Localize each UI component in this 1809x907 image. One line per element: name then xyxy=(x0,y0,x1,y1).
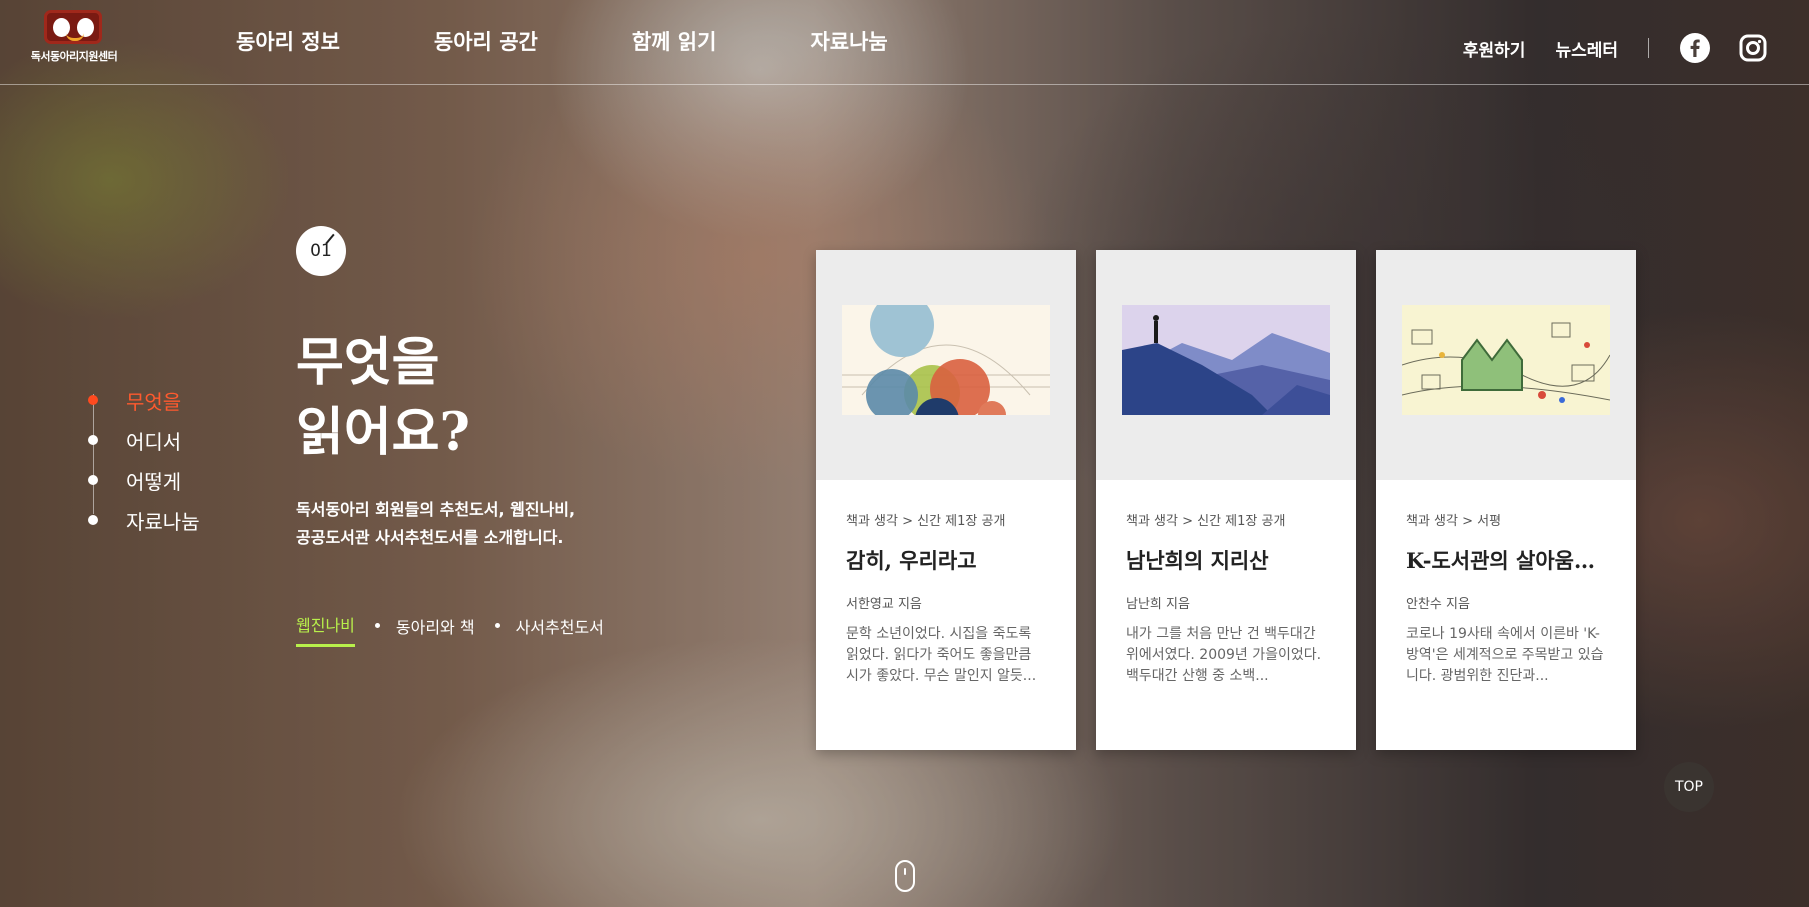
book-card[interactable]: 책과 생각 > 서평 K-도서관의 살아움… 안찬수 지음 코로나 19사태 속… xyxy=(1376,250,1636,750)
card-excerpt: 문학 소년이었다. 시집을 죽도록 읽었다. 읽다가 죽어도 좋을만큼 시가 좋… xyxy=(846,626,1037,684)
bullet-dot xyxy=(88,395,98,405)
card-excerpt: 코로나 19사태 속에서 이른바 'K-방역'은 세계적으로 주목받고 있습니다… xyxy=(1406,626,1604,684)
card-title: K-도서관의 살아움… xyxy=(1406,548,1595,573)
card-category: 책과 생각 > 신간 제1장 공개 xyxy=(1126,514,1286,529)
nav-club-space[interactable]: 동아리 공간 xyxy=(434,26,538,56)
card-category: 책과 생각 > 신간 제1장 공개 xyxy=(846,514,1006,529)
book-cover-image xyxy=(816,250,1076,480)
book-card[interactable]: 책과 생각 > 신간 제1장 공개 감히, 우리라고 서한영교 지음 문학 소년… xyxy=(816,250,1076,750)
logo-mark-icon xyxy=(44,10,102,44)
card-author: 남난희 지음 xyxy=(1126,597,1190,612)
section-number-badge: 01 xyxy=(296,226,346,276)
logo-text: 독서동아리지원센터 xyxy=(30,50,118,63)
facebook-icon[interactable] xyxy=(1679,32,1711,64)
sidenav-item-where[interactable]: 어디서 xyxy=(88,420,200,460)
card-excerpt: 내가 그를 처음 만난 건 백두대간 위에서였다. 2009년 가을이었다. 백… xyxy=(1126,626,1322,684)
book-card[interactable]: 책과 생각 > 신간 제1장 공개 남난희의 지리산 남난희 지음 내가 그를 … xyxy=(1096,250,1356,750)
card-author: 안찬수 지음 xyxy=(1406,597,1470,612)
instagram-icon[interactable] xyxy=(1737,32,1769,64)
nav-resources[interactable]: 자료나눔 xyxy=(810,26,887,56)
sidenav-item-how[interactable]: 어떻게 xyxy=(88,460,200,500)
tab-webzine-nabi[interactable]: 웹진나비 xyxy=(296,612,355,647)
site-logo[interactable]: 독서동아리지원센터 xyxy=(26,10,122,66)
section-description: 독서동아리 회원들의 추천도서, 웹진나비, 공공도서관 사서추천도서를 소개합… xyxy=(296,500,576,547)
book-cover-image xyxy=(1376,250,1636,480)
card-title: 감히, 우리라고 xyxy=(846,548,977,573)
card-author: 서한영교 지음 xyxy=(846,597,922,612)
card-category: 책과 생각 > 서평 xyxy=(1406,514,1502,529)
section-title: 무엇을 읽어요? xyxy=(296,332,470,463)
nav-read-together[interactable]: 함께 읽기 xyxy=(632,26,717,56)
newsletter-link[interactable]: 뉴스레터 xyxy=(1555,36,1618,61)
scroll-top-button[interactable]: TOP xyxy=(1664,762,1714,812)
scroll-mouse-icon xyxy=(895,860,915,892)
divider xyxy=(1648,38,1649,58)
card-title: 남난희의 지리산 xyxy=(1126,548,1269,573)
tab-librarian-picks[interactable]: 사서추천도서 xyxy=(516,614,604,646)
site-header: 독서동아리지원센터 동아리 정보 동아리 공간 함께 읽기 자료나눔 후원하기 … xyxy=(0,0,1809,85)
bullet-dot xyxy=(88,475,98,485)
tab-separator xyxy=(374,623,380,628)
bullet-dot xyxy=(88,435,98,445)
book-cover-image xyxy=(1096,250,1356,480)
utility-nav: 후원하기 뉴스레터 xyxy=(1433,32,1769,64)
bullet-dot xyxy=(88,515,98,525)
tab-separator xyxy=(494,623,500,628)
tab-club-and-books[interactable]: 동아리와 책 xyxy=(396,614,475,646)
category-tabs: 웹진나비 동아리와 책 사서추천도서 xyxy=(296,612,604,647)
sidenav-item-resources[interactable]: 자료나눔 xyxy=(88,500,200,540)
donate-link[interactable]: 후원하기 xyxy=(1463,36,1526,61)
main-nav: 동아리 정보 동아리 공간 함께 읽기 자료나눔 xyxy=(236,26,982,56)
section-sidenav: 무엇을 어디서 어떻게 자료나눔 xyxy=(88,380,200,540)
nav-club-info[interactable]: 동아리 정보 xyxy=(236,26,340,56)
sidenav-item-what[interactable]: 무엇을 xyxy=(88,380,200,420)
